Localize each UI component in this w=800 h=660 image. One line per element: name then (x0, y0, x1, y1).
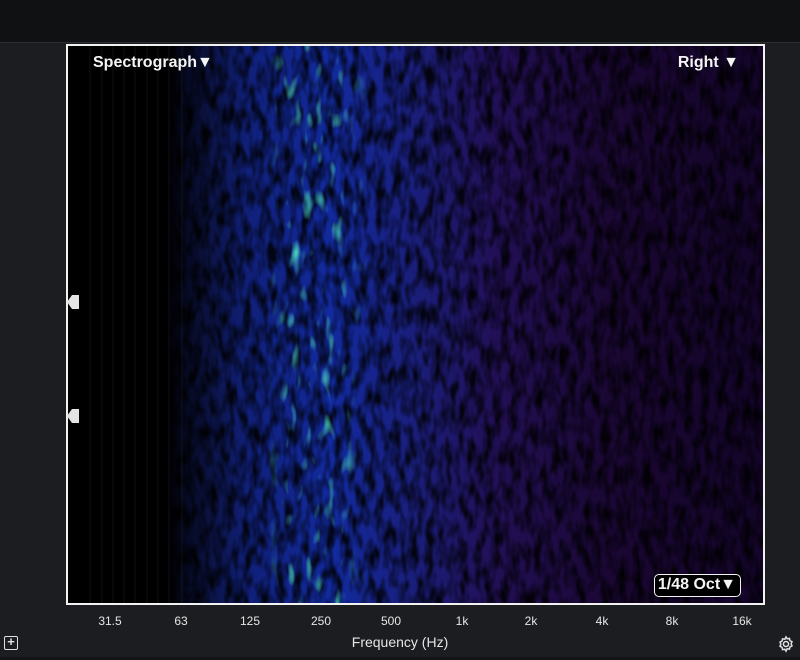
channel-dropdown[interactable]: Right ▼ (678, 54, 739, 72)
top-toolbar (0, 0, 800, 43)
x-axis-title: Frequency (Hz) (351, 634, 449, 650)
chevron-down-icon: ▼ (723, 54, 739, 71)
view-mode-dropdown[interactable]: Spectrograph▼ (93, 54, 213, 72)
x-tick-label: 31.5 (98, 614, 122, 628)
chevron-down-icon: ▼ (197, 54, 213, 71)
x-tick-label: 1k (455, 614, 469, 628)
spectrograph-plot[interactable]: Spectrograph▼ Right ▼ 1/48 Oct▼ (66, 44, 765, 605)
view-mode-label: Spectrograph (93, 54, 198, 71)
spectrogram-canvas (68, 46, 763, 603)
left-gutter (0, 43, 66, 605)
plus-icon: + (7, 634, 15, 649)
x-tick-label: 125 (239, 614, 261, 628)
x-tick-label: 63 (174, 614, 188, 628)
resolution-dropdown[interactable]: 1/48 Oct▼ (653, 574, 741, 597)
chevron-down-icon: ▼ (720, 576, 736, 593)
x-tick-label: 8k (665, 614, 679, 628)
resolution-label: 1/48 Oct (657, 576, 721, 593)
gear-icon[interactable] (777, 635, 795, 653)
x-tick-label: 2k (524, 614, 538, 628)
x-tick-label: 16k (732, 614, 752, 628)
x-tick-label: 500 (380, 614, 402, 628)
slider-handle-icon[interactable] (66, 293, 80, 311)
x-axis: 31.5 63 125 250 500 1k 2k 4k 8k 16k (66, 605, 765, 629)
x-tick-label: 250 (310, 614, 332, 628)
channel-label: Right (677, 54, 719, 71)
slider-handle-icon[interactable] (66, 407, 80, 425)
x-tick-label: 4k (595, 614, 609, 628)
add-plot-button[interactable]: + (4, 634, 18, 650)
